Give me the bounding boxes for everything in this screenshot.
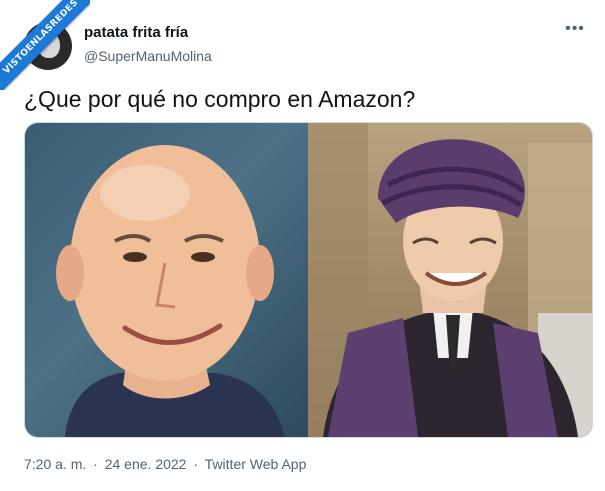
tweet-card: VISTOENLASREDES .com patata frita fría @… [0, 0, 605, 491]
tweet-date[interactable]: 24 ene. 2022 [105, 456, 187, 472]
watermark-label: VISTOENLASREDES [0, 0, 90, 90]
bald-smiling-man-photo[interactable] [25, 123, 308, 437]
tweet-media[interactable] [24, 122, 593, 438]
more-horizontal-icon[interactable]: ••• [563, 20, 587, 40]
footer-separator-2: · [193, 456, 199, 472]
author-block: patata frita fría @SuperManuMolina [84, 24, 212, 66]
author-display-name[interactable]: patata frita fría [84, 24, 212, 42]
tweet-client[interactable]: Twitter Web App [205, 456, 307, 472]
author-handle[interactable]: @SuperManuMolina [84, 46, 212, 66]
man-in-purple-turban-photo[interactable] [308, 123, 592, 437]
tweet-time[interactable]: 7:20 a. m. [24, 456, 86, 472]
footer-separator: · [93, 456, 98, 472]
tweet-footer: 7:20 a. m. · 24 ene. 2022 · Twitter Web … [24, 454, 306, 474]
watermark-ribbon: VISTOENLASREDES .com [0, 0, 90, 90]
left-photo-illustration [56, 145, 285, 437]
right-photo-illustration [308, 123, 592, 437]
